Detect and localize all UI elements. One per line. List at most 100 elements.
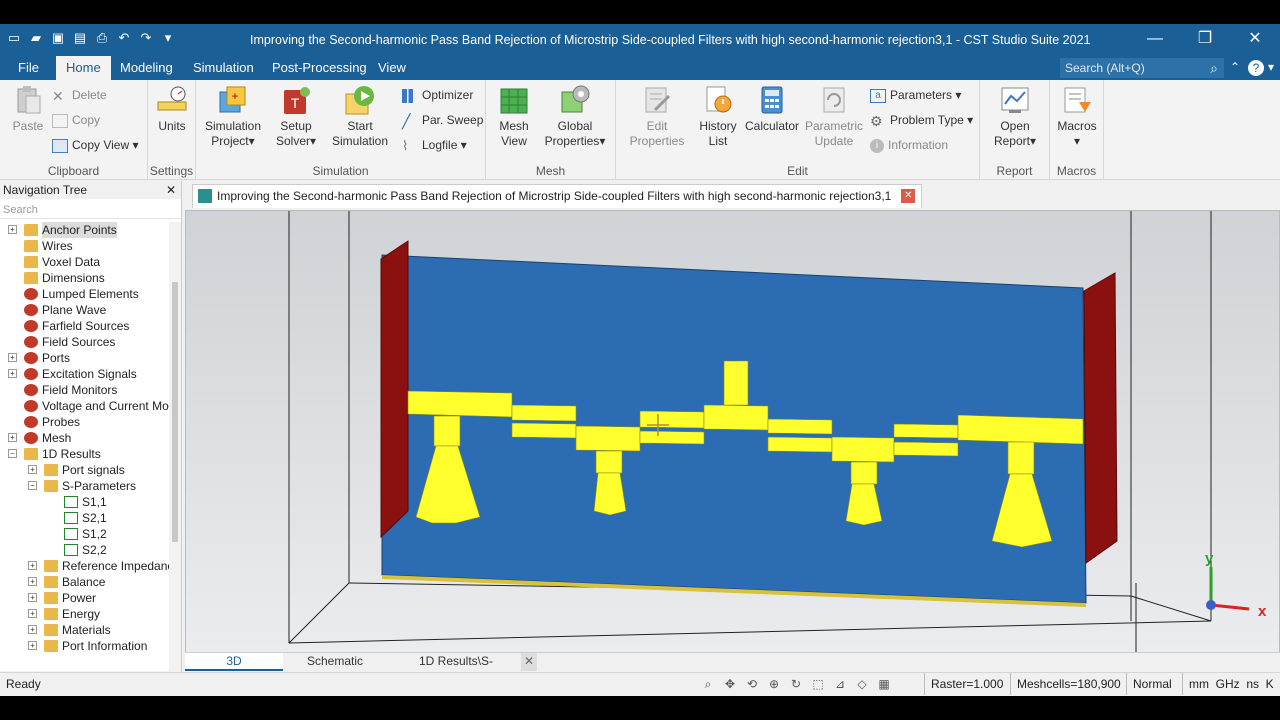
tree-item[interactable]: Field Monitors xyxy=(0,382,170,398)
tree-item[interactable]: + Port Information xyxy=(0,638,170,654)
tree-item[interactable]: − S-Parameters xyxy=(0,478,170,494)
document-tab-close-icon[interactable]: ✕ xyxy=(901,189,916,203)
tab-post-processing[interactable]: Post-Processing xyxy=(262,56,377,80)
tab-simulation[interactable]: Simulation xyxy=(183,56,264,80)
navigation-search-input[interactable]: Search xyxy=(0,201,181,219)
help-dropdown-icon[interactable]: ▾ xyxy=(1268,60,1274,74)
expand-icon[interactable]: + xyxy=(8,225,17,234)
tab-1d-results[interactable]: 1D Results\S-Parameters xyxy=(391,653,521,685)
expand-icon[interactable]: + xyxy=(28,593,37,602)
mesh-toggle-icon[interactable]: ▦ xyxy=(876,676,892,692)
tree-item[interactable]: + Mesh xyxy=(0,430,170,446)
tree-item[interactable]: + Reference Impedanc xyxy=(0,558,170,574)
par-sweep-button[interactable]: ╱ Par. Sweep xyxy=(402,113,483,128)
expand-icon[interactable]: + xyxy=(8,369,17,378)
tree-item[interactable]: Wires xyxy=(0,238,170,254)
start-simulation-button[interactable]: Start Simulation xyxy=(330,84,390,149)
tab-view[interactable]: View xyxy=(368,56,416,80)
tree-item[interactable]: Farfield Sources xyxy=(0,318,170,334)
tab-1d-results-close-icon[interactable]: ✕ xyxy=(521,653,537,671)
tree-item[interactable]: Field Sources xyxy=(0,334,170,350)
zoom-fit-icon[interactable]: ⌕ xyxy=(700,676,716,692)
tab-schematic[interactable]: Schematic xyxy=(285,653,385,671)
expand-icon[interactable]: + xyxy=(8,353,17,362)
setup-solver-button[interactable]: T Setup Solver▾ xyxy=(270,84,322,149)
expand-icon[interactable]: + xyxy=(8,433,17,442)
tree-item[interactable]: S1,1 xyxy=(0,494,170,510)
save-all-icon[interactable]: ▤ xyxy=(72,30,88,46)
tree-item[interactable]: S2,2 xyxy=(0,542,170,558)
help-icon[interactable]: ? xyxy=(1248,60,1264,76)
parameters-button[interactable]: a Parameters ▾ xyxy=(870,88,961,103)
print-icon[interactable]: ⎙ xyxy=(94,30,110,46)
tree-item[interactable]: − 1D Results xyxy=(0,446,170,462)
macros-button[interactable]: Macros ▾ xyxy=(1056,84,1098,149)
rotate-icon[interactable]: ↻ xyxy=(788,676,804,692)
tree-item[interactable]: + Balance xyxy=(0,574,170,590)
navigation-scrollbar-thumb[interactable] xyxy=(172,282,178,542)
tree-item[interactable]: Voxel Data xyxy=(0,254,170,270)
units-button[interactable]: Units xyxy=(154,84,190,134)
calculator-button[interactable]: Calculator xyxy=(744,84,800,134)
tree-item[interactable]: Plane Wave xyxy=(0,302,170,318)
customize-qat-icon[interactable]: ▾ xyxy=(160,30,176,46)
tree-item[interactable]: + Materials xyxy=(0,622,170,638)
tree-item[interactable]: + Anchor Points xyxy=(0,222,170,238)
expand-icon[interactable]: + xyxy=(28,561,37,570)
simulation-project-button[interactable]: + Simulation Project▾ xyxy=(202,84,264,149)
expand-icon[interactable]: + xyxy=(28,641,37,650)
tree-item[interactable]: S1,2 xyxy=(0,526,170,542)
tab-modeling[interactable]: Modeling xyxy=(110,56,183,80)
rotate-view-icon[interactable]: ⟲ xyxy=(744,676,760,692)
select-icon[interactable]: ⬚ xyxy=(810,676,826,692)
tree-item[interactable]: Probes xyxy=(0,414,170,430)
collapse-icon[interactable]: − xyxy=(28,481,37,490)
expand-icon[interactable]: + xyxy=(28,609,37,618)
copy-view-button[interactable]: Copy View ▾ xyxy=(52,138,139,153)
mesh-view-button[interactable]: Mesh View xyxy=(494,84,534,149)
open-report-button[interactable]: Open Report▾ xyxy=(990,84,1040,149)
measure-icon[interactable]: ⊿ xyxy=(832,676,848,692)
navigation-close-icon[interactable]: ✕ xyxy=(166,181,176,199)
restore-button[interactable]: ❐ xyxy=(1180,24,1230,56)
tab-home[interactable]: Home xyxy=(56,56,111,80)
save-icon[interactable]: ▣ xyxy=(50,30,66,46)
edit-properties-button[interactable]: Edit Properties xyxy=(624,84,690,149)
model-canvas[interactable]: y x xyxy=(186,211,1280,654)
expand-icon[interactable]: + xyxy=(28,577,37,586)
history-list-button[interactable]: History List xyxy=(696,84,740,149)
tree-item[interactable]: Dimensions xyxy=(0,270,170,286)
tree-item[interactable]: Lumped Elements xyxy=(0,286,170,302)
tree-item[interactable]: + Port signals xyxy=(0,462,170,478)
tree-item[interactable]: + Energy xyxy=(0,606,170,622)
undo-icon[interactable]: ↶ xyxy=(116,30,132,46)
tree-item[interactable]: + Power xyxy=(0,590,170,606)
minimize-button[interactable]: — xyxy=(1130,24,1180,56)
close-button[interactable]: ✕ xyxy=(1230,24,1280,56)
global-properties-button[interactable]: Global Properties▾ xyxy=(542,84,608,149)
3d-viewport[interactable]: y x xyxy=(185,210,1280,654)
port-2[interactable] xyxy=(1083,272,1118,564)
optimizer-button[interactable]: Optimizer xyxy=(402,88,473,103)
logfile-button[interactable]: ⌇ Logfile ▾ xyxy=(402,138,467,153)
collapse-icon[interactable]: − xyxy=(8,449,17,458)
paste-button[interactable]: Paste xyxy=(6,84,50,134)
tab-file[interactable]: File xyxy=(8,56,49,80)
new-file-icon[interactable]: ▭ xyxy=(6,30,22,46)
pan-icon[interactable]: ✥ xyxy=(722,676,738,692)
zoom-icon[interactable]: ⊕ xyxy=(766,676,782,692)
navigation-scrollbar[interactable] xyxy=(169,222,181,678)
expand-icon[interactable]: + xyxy=(28,465,37,474)
information-button[interactable]: i Information xyxy=(870,138,948,153)
document-tab[interactable]: Improving the Second-harmonic Pass Band … xyxy=(192,184,923,208)
tab-3d[interactable]: 3D xyxy=(185,653,283,671)
port-1[interactable] xyxy=(380,240,409,539)
problem-type-button[interactable]: ⚙ Problem Type ▾ xyxy=(870,113,973,128)
copy-button[interactable]: Copy xyxy=(52,113,100,128)
open-folder-icon[interactable]: ▰ xyxy=(28,30,44,46)
tree-item[interactable]: S2,1 xyxy=(0,510,170,526)
search-input[interactable]: Search (Alt+Q) ⌕ xyxy=(1060,58,1224,78)
tree-item[interactable]: Voltage and Current Mon xyxy=(0,398,170,414)
redo-icon[interactable]: ↷ xyxy=(138,30,154,46)
tree-item[interactable]: + Excitation Signals xyxy=(0,366,170,382)
